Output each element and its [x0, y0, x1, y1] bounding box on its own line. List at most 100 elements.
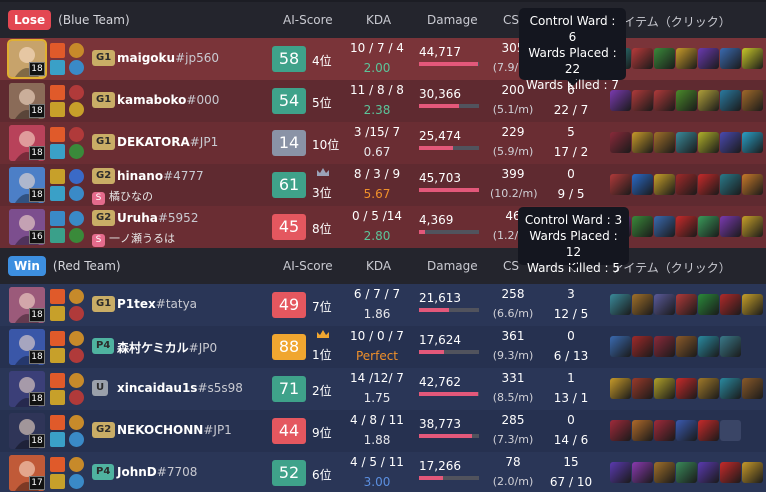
wards-placed-killed[interactable]: 12 / 5	[540, 307, 602, 321]
control-ward-count[interactable]: 0	[540, 413, 602, 427]
item-icon[interactable]	[742, 132, 763, 153]
item-icon[interactable]	[676, 174, 697, 195]
item-icon[interactable]	[698, 174, 719, 195]
item-icon[interactable]	[698, 420, 719, 441]
item-icon[interactable]	[654, 462, 675, 483]
item-icon[interactable]	[720, 336, 741, 357]
item-icon[interactable]	[610, 132, 631, 153]
item-icon[interactable]	[610, 336, 631, 357]
item-icon[interactable]	[632, 174, 653, 195]
item-icon[interactable]	[698, 462, 719, 483]
control-ward-count[interactable]: 3	[540, 287, 602, 301]
control-ward-count[interactable]: 1	[540, 371, 602, 385]
item-icon[interactable]	[632, 336, 653, 357]
empty-item-slot[interactable]	[720, 420, 741, 441]
player-name[interactable]: xincaidau1s#s5s98	[117, 381, 243, 395]
item-icon[interactable]	[742, 48, 763, 69]
item-icon[interactable]	[676, 132, 697, 153]
player-name-text[interactable]: maigoku	[117, 51, 175, 65]
item-icon[interactable]	[720, 90, 741, 111]
player-name-text[interactable]: NEKOCHONN	[117, 423, 203, 437]
item-icon[interactable]	[632, 378, 653, 399]
item-icon[interactable]	[676, 462, 697, 483]
player-row[interactable]: 16 G2 Uruha#5952 S 一ノ瀬うるは 45 8位 0 / 5 /14 2.80 4,…	[0, 206, 766, 248]
item-icon[interactable]	[698, 48, 719, 69]
player-row[interactable]: 17 P4 JohnD#7708 52 6位 4 / 5 / 11 3.00 17,266 78…	[0, 452, 766, 492]
item-icon[interactable]	[654, 216, 675, 237]
player-name[interactable]: hinano#4777	[117, 169, 204, 183]
wards-placed-killed[interactable]: 14 / 6	[540, 433, 602, 447]
item-icon[interactable]	[654, 174, 675, 195]
player-name[interactable]: DEKATORA#JP1	[117, 135, 218, 149]
item-icon[interactable]	[698, 90, 719, 111]
item-icon[interactable]	[632, 420, 653, 441]
item-icon[interactable]	[632, 216, 653, 237]
item-icon[interactable]	[676, 420, 697, 441]
item-icon[interactable]	[654, 378, 675, 399]
item-icon[interactable]	[610, 462, 631, 483]
item-icon[interactable]	[676, 48, 697, 69]
player-name[interactable]: 森村ケミカル#JP0	[117, 339, 217, 356]
player-name[interactable]: P1tex#tatya	[117, 297, 197, 311]
player-row[interactable]: 18 G1 kamaboko#000 54 5位 11 / 8 / 8 2.38 30,366…	[0, 80, 766, 122]
item-icon[interactable]	[720, 174, 741, 195]
item-icon[interactable]	[676, 294, 697, 315]
item-icon[interactable]	[654, 48, 675, 69]
player-name-text[interactable]: DEKATORA	[117, 135, 190, 149]
player-name-text[interactable]: hinano	[117, 169, 163, 183]
item-icon[interactable]	[742, 462, 763, 483]
player-row[interactable]: 18 G2 hinano#4777 S 橘ひなの 61 3位 8 / 3 / 9 5.67 45,…	[0, 164, 766, 206]
item-icon[interactable]	[632, 90, 653, 111]
item-icon[interactable]	[742, 294, 763, 315]
item-icon[interactable]	[632, 48, 653, 69]
item-icon[interactable]	[654, 132, 675, 153]
player-row[interactable]: 18 P4 森村ケミカル#JP0 88 1位 10 / 0 / 7 Perfect 17,62…	[0, 326, 766, 368]
item-icon[interactable]	[632, 462, 653, 483]
item-icon[interactable]	[676, 90, 697, 111]
item-icon[interactable]	[698, 132, 719, 153]
item-icon[interactable]	[720, 462, 741, 483]
control-ward-count[interactable]: 0	[540, 329, 602, 343]
item-icon[interactable]	[698, 294, 719, 315]
item-icon[interactable]	[720, 294, 741, 315]
player-row[interactable]: 18 G2 NEKOCHONN#JP1 44 9位 4 / 8 / 11 1.88 38,77…	[0, 410, 766, 452]
control-ward-count[interactable]: 0	[540, 167, 602, 181]
item-icon[interactable]	[742, 378, 763, 399]
item-icon[interactable]	[676, 336, 697, 357]
player-name-text[interactable]: P1tex	[117, 297, 156, 311]
wards-placed-killed[interactable]: 6 / 13	[540, 349, 602, 363]
player-name[interactable]: maigoku#jp560	[117, 51, 219, 65]
item-icon[interactable]	[610, 378, 631, 399]
item-icon[interactable]	[742, 216, 763, 237]
player-row[interactable]: 18 G1 DEKATORA#JP1 14 10位 3 /15/ 7 0.67 25,474 2…	[0, 122, 766, 164]
player-name-text[interactable]: 森村ケミカル	[117, 341, 189, 355]
item-icon[interactable]	[654, 90, 675, 111]
item-icon[interactable]	[720, 48, 741, 69]
wards-placed-killed[interactable]: 22 / 7	[540, 103, 602, 117]
wards-placed-killed[interactable]: 17 / 2	[540, 145, 602, 159]
wards-placed-killed[interactable]: 67 / 10	[540, 475, 602, 489]
wards-placed-killed[interactable]: 9 / 5	[540, 187, 602, 201]
item-icon[interactable]	[610, 174, 631, 195]
item-icon[interactable]	[720, 216, 741, 237]
control-ward-count[interactable]: 5	[540, 125, 602, 139]
item-icon[interactable]	[654, 294, 675, 315]
player-name[interactable]: JohnD#7708	[117, 465, 197, 479]
item-icon[interactable]	[654, 336, 675, 357]
player-name[interactable]: kamaboko#000	[117, 93, 219, 107]
item-icon[interactable]	[676, 216, 697, 237]
player-row[interactable]: 18 G1 P1tex#tatya 49 7位 6 / 7 / 7 1.86 21,613 25…	[0, 284, 766, 326]
player-name-text[interactable]: JohnD	[117, 465, 157, 479]
item-icon[interactable]	[720, 378, 741, 399]
player-name-text[interactable]: Uruha	[117, 211, 158, 225]
item-icon[interactable]	[742, 90, 763, 111]
item-icon[interactable]	[698, 216, 719, 237]
item-icon[interactable]	[632, 294, 653, 315]
item-icon[interactable]	[676, 378, 697, 399]
item-icon[interactable]	[742, 174, 763, 195]
item-icon[interactable]	[698, 378, 719, 399]
wards-placed-killed[interactable]: 13 / 1	[540, 391, 602, 405]
item-icon[interactable]	[698, 336, 719, 357]
item-icon[interactable]	[610, 294, 631, 315]
player-row[interactable]: 18 G1 maigoku#jp560 58 4位 10 / 7 / 4 2.00 44,71…	[0, 38, 766, 80]
